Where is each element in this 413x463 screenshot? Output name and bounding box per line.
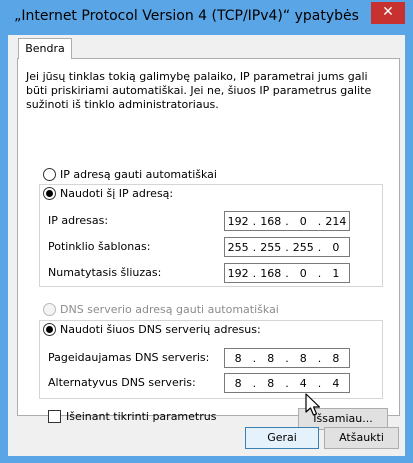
validate-settings-label: Išeinant tikrinti parametrus — [66, 410, 217, 423]
default-gateway-input[interactable]: 192. 168. 0. 1 — [224, 263, 350, 283]
tab-panel-general: Jei jūsų tinklas tokią galimybę palaiko,… — [17, 58, 400, 430]
subnet-mask-input[interactable]: 255. 255. 255. 0 — [224, 237, 350, 257]
ip-auto-label: IP adresą gauti automatiškai — [60, 168, 217, 181]
cancel-button[interactable]: Atšaukti — [324, 427, 399, 449]
ip-auto-radio[interactable] — [43, 168, 56, 181]
window-title: „Internet Protocol Version 4 (TCP/IPv4)“… — [14, 8, 359, 24]
ok-button[interactable]: Gerai — [245, 427, 319, 449]
alternate-dns-input[interactable]: 8. 8. 4. 4 — [224, 373, 350, 393]
dns-manual-label: Naudoti šiuos DNS serverių adresus: — [60, 323, 261, 336]
ip-address-label: IP adresas: — [48, 214, 109, 227]
ip-address-input[interactable]: 192. 168. 0. 214 — [224, 211, 350, 231]
close-button[interactable]: ✕ — [371, 2, 405, 24]
ip-manual-radio[interactable] — [43, 187, 56, 200]
dialog-window: „Internet Protocol Version 4 (TCP/IPv4)“… — [0, 0, 413, 463]
title-bar[interactable]: „Internet Protocol Version 4 (TCP/IPv4)“… — [1, 1, 412, 35]
preferred-dns-input[interactable]: 8. 8. 8. 8 — [224, 348, 350, 368]
tab-general[interactable]: Bendra — [18, 38, 72, 59]
dns-auto-radio[interactable] — [43, 303, 56, 316]
dns-manual-option[interactable]: Naudoti šiuos DNS serverių adresus: — [43, 323, 264, 336]
intro-text: Jei jūsų tinklas tokią galimybę palaiko,… — [26, 70, 372, 111]
subnet-mask-label: Potinklio šablonas: — [48, 240, 151, 253]
ip-manual-option[interactable]: Naudoti šį IP adresą: — [43, 187, 177, 200]
validate-settings-checkbox[interactable] — [48, 410, 61, 423]
alternate-dns-label: Alternatyvus DNS serveris: — [48, 376, 196, 389]
ip-manual-label: Naudoti šį IP adresą: — [60, 187, 174, 200]
default-gateway-label: Numatytasis šliuzas: — [48, 266, 162, 279]
close-icon: ✕ — [382, 4, 394, 20]
dns-auto-label: DNS serverio adresą gauti automatiškai — [60, 303, 279, 316]
dialog-client-area: Bendra Jei jūsų tinklas tokią galimybę p… — [8, 35, 405, 456]
mouse-pointer-icon — [305, 393, 321, 416]
validate-settings-option[interactable]: Išeinant tikrinti parametrus — [48, 410, 216, 423]
dns-manual-radio[interactable] — [43, 323, 56, 336]
preferred-dns-label: Pageidaujamas DNS serveris: — [48, 351, 210, 364]
dns-auto-option[interactable]: DNS serverio adresą gauti automatiškai — [43, 303, 279, 316]
ip-auto-option[interactable]: IP adresą gauti automatiškai — [43, 168, 217, 181]
